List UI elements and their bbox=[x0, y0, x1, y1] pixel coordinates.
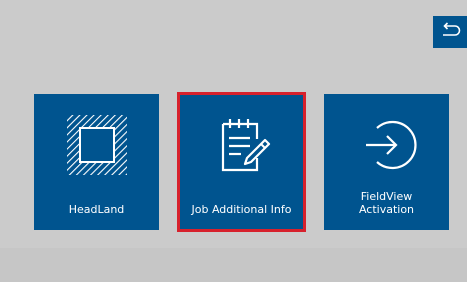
login-arrow-circle-icon bbox=[324, 114, 449, 176]
tile-headland[interactable]: HeadLand bbox=[34, 94, 159, 230]
main-screen: HeadLand Job Additional Info FieldView A… bbox=[0, 0, 467, 282]
headland-square-icon bbox=[34, 114, 159, 176]
undo-arrow-icon bbox=[443, 22, 461, 36]
tile-job-additional-info[interactable]: Job Additional Info bbox=[177, 92, 306, 232]
tile-fieldview-activation[interactable]: FieldView Activation bbox=[324, 94, 449, 230]
tile-headland-label: HeadLand bbox=[68, 203, 125, 216]
notepad-pencil-icon bbox=[179, 114, 304, 176]
bottom-strip bbox=[0, 248, 467, 282]
tile-fieldview-activation-label: FieldView Activation bbox=[358, 190, 415, 216]
back-button[interactable] bbox=[433, 16, 467, 48]
tile-job-additional-info-label: Job Additional Info bbox=[191, 203, 292, 216]
